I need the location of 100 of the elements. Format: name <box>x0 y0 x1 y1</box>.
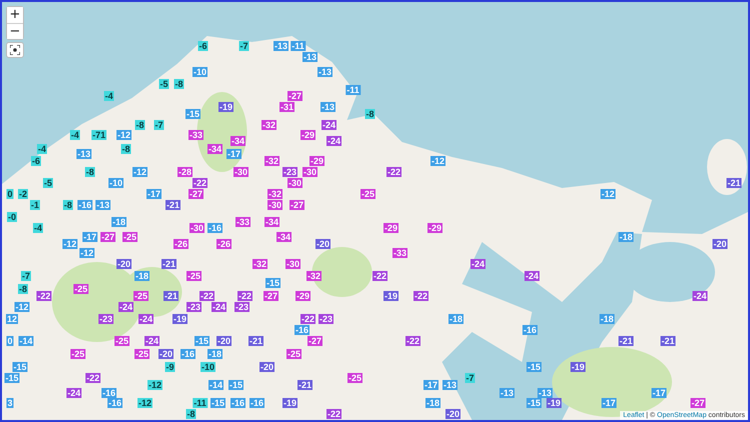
fullscreen-button[interactable] <box>6 42 24 58</box>
temperature-marker: -1 <box>30 200 40 210</box>
temperature-marker: -13 <box>320 102 336 112</box>
temperature-marker: -8 <box>121 144 131 154</box>
temperature-marker: -12 <box>600 189 616 199</box>
temperature-marker: -0 <box>7 212 17 222</box>
temperature-marker: -29 <box>296 291 310 301</box>
temperature-marker: -13 <box>538 388 552 398</box>
temperature-marker: -5 <box>43 178 53 188</box>
temperature-marker: -17 <box>226 149 242 159</box>
temperature-marker: -32 <box>306 271 322 281</box>
temperature-marker: -24 <box>326 136 342 146</box>
temperature-marker: -16 <box>108 398 122 408</box>
temperature-marker: -21 <box>162 259 176 269</box>
temperature-marker: -24 <box>524 271 540 281</box>
temperature-marker: -21 <box>660 336 676 346</box>
temperature-marker: -18 <box>112 217 126 227</box>
temperature-marker: -25 <box>122 232 138 242</box>
temperature-marker: 0 <box>6 336 14 346</box>
fullscreen-icon <box>10 45 20 55</box>
temperature-marker: -21 <box>726 178 742 188</box>
temperature-marker: -7 <box>465 373 475 383</box>
temperature-marker: -8 <box>85 167 95 177</box>
temperature-marker: -25 <box>74 284 88 294</box>
temperature-marker: -23 <box>282 167 298 177</box>
temperature-marker: -7 <box>21 271 31 281</box>
zoom-out-button[interactable]: − <box>7 23 23 39</box>
temperature-marker: -34 <box>264 217 280 227</box>
temperature-marker: -15 <box>4 373 20 383</box>
temperature-marker: -31 <box>280 102 294 112</box>
temperature-marker: -16 <box>230 398 246 408</box>
temperature-marker: -23 <box>98 314 114 324</box>
temperature-marker: 0 <box>6 189 14 199</box>
temperature-marker: -32 <box>264 156 280 166</box>
temperature-marker: -20 <box>260 362 274 372</box>
temperature-marker: -13 <box>302 52 318 62</box>
temperature-marker: -24 <box>212 302 226 312</box>
temperature-marker: -15 <box>526 398 542 408</box>
temperature-marker: -15 <box>228 380 244 390</box>
temperature-marker: -11 <box>192 398 208 408</box>
temperature-marker: -26 <box>216 239 232 249</box>
temperature-marker: -19 <box>546 398 562 408</box>
temperature-marker: -16 <box>208 223 222 233</box>
temperature-marker: -10 <box>108 178 124 188</box>
temperature-marker: -27 <box>290 200 304 210</box>
temperature-marker: -4 <box>37 144 47 154</box>
temperature-marker: -34 <box>276 232 292 242</box>
temperature-marker: -22 <box>86 373 100 383</box>
temperature-marker: -34 <box>208 144 222 154</box>
temperature-marker: -32 <box>262 120 276 130</box>
temperature-marker: -24 <box>118 302 134 312</box>
temperature-marker: -27 <box>100 232 116 242</box>
temperature-marker: -24 <box>470 259 486 269</box>
temperature-marker: -16 <box>294 325 310 335</box>
temperature-marker: -11 <box>290 41 306 51</box>
temperature-marker: -4 <box>70 130 80 140</box>
temperature-marker: -27 <box>308 336 322 346</box>
temperature-marker: -25 <box>134 349 150 359</box>
temperature-marker: -18 <box>600 314 614 324</box>
temperature-marker: -12 <box>132 167 148 177</box>
temperature-marker: -29 <box>310 156 324 166</box>
temperature-marker: -8 <box>186 409 196 419</box>
temperature-marker: -22 <box>300 314 316 324</box>
temperature-marker: -26 <box>174 239 188 249</box>
temperature-marker: -22 <box>406 336 420 346</box>
temperature-marker: -4 <box>33 223 43 233</box>
temperature-marker: -13 <box>274 41 288 51</box>
temperature-marker: -22 <box>200 291 214 301</box>
temperature-marker: -20 <box>116 259 132 269</box>
temperature-marker: -21 <box>166 200 180 210</box>
temperature-marker: -12 <box>148 380 162 390</box>
temperature-marker: 12 <box>6 314 18 324</box>
temperature-marker: -12 <box>80 248 94 258</box>
temperature-marker: -29 <box>428 223 442 233</box>
temperature-marker: -32 <box>268 189 282 199</box>
temperature-marker: -23 <box>318 314 334 324</box>
temperature-marker: -24 <box>144 336 160 346</box>
temperature-marker: -15 <box>186 109 200 119</box>
temperature-marker: -22 <box>372 271 388 281</box>
temperature-marker: -16 <box>250 398 264 408</box>
temperature-marker: -22 <box>36 291 52 301</box>
temperature-marker: -11 <box>346 85 360 95</box>
temperature-marker: -7 <box>154 120 164 130</box>
temperature-marker: -15 <box>194 336 210 346</box>
temperature-marker: -25 <box>348 373 362 383</box>
temperature-marker: -25 <box>186 271 202 281</box>
temperature-marker: -17 <box>82 232 98 242</box>
temperature-marker: -8 <box>135 120 145 130</box>
temperature-marker: -22 <box>414 291 428 301</box>
temperature-marker: -24 <box>66 388 82 398</box>
temperature-marker: -24 <box>692 291 708 301</box>
temperature-marker: -33 <box>236 217 250 227</box>
temperature-marker: -27 <box>264 291 278 301</box>
temperature-marker: -23 <box>234 302 250 312</box>
temperature-marker: -30 <box>234 167 248 177</box>
temperature-marker: -25 <box>114 336 130 346</box>
temperature-marker: -22 <box>238 291 252 301</box>
temperature-marker: -18 <box>134 271 150 281</box>
temperature-marker: -30 <box>268 200 282 210</box>
temperature-marker: -21 <box>164 291 178 301</box>
